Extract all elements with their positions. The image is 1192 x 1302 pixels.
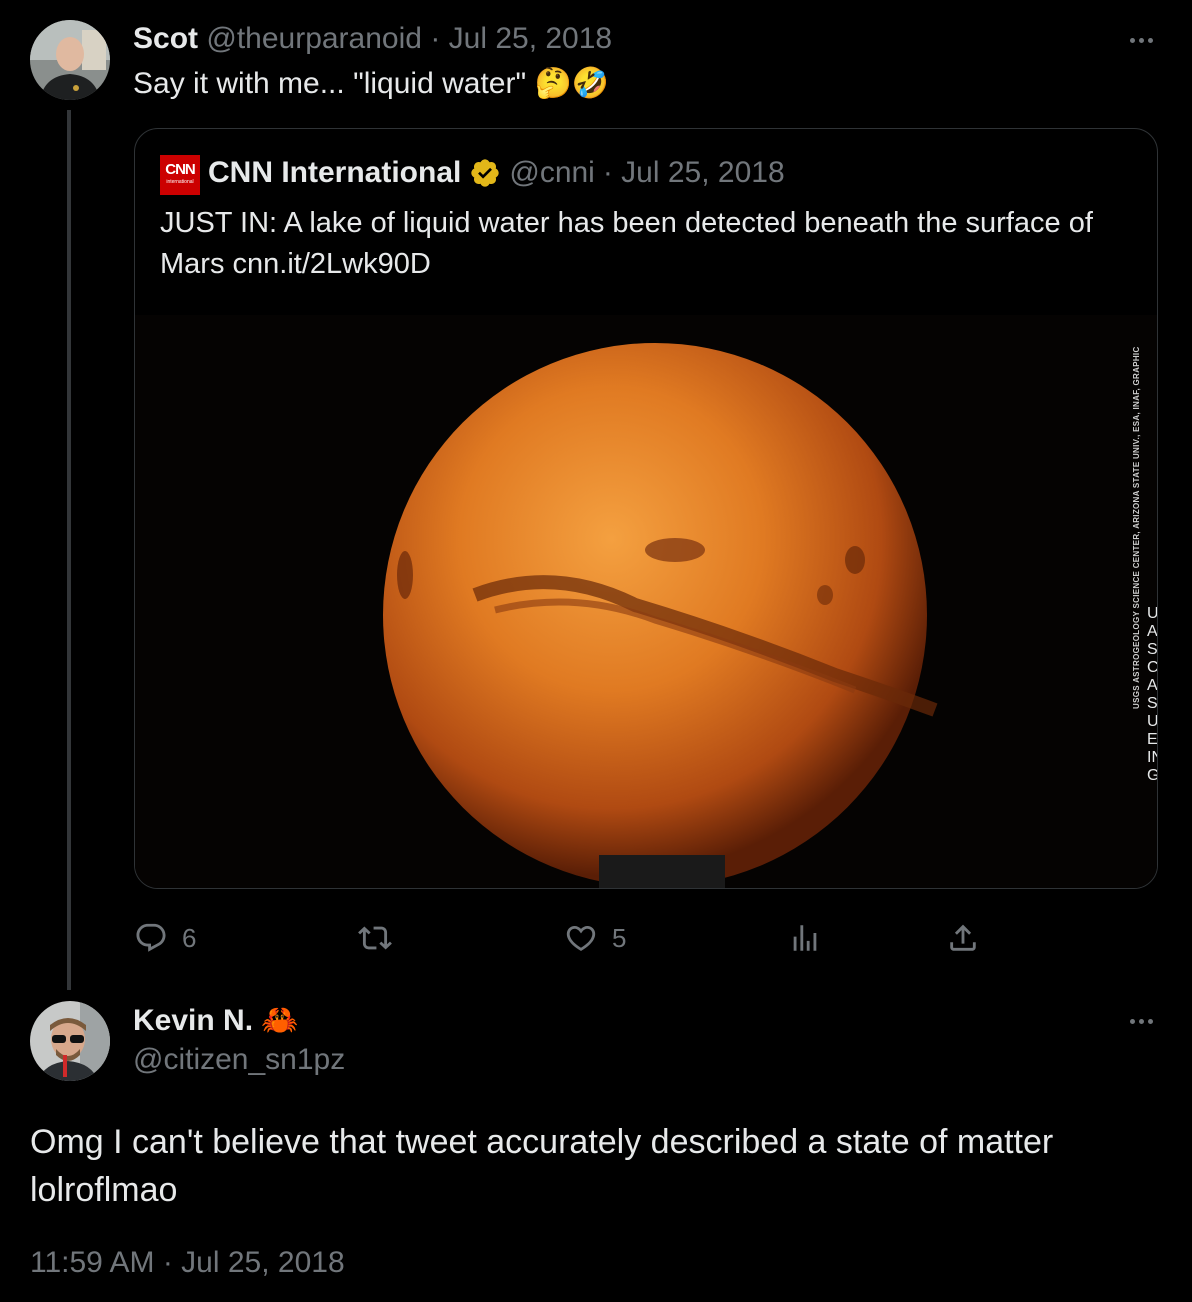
more-icon[interactable]	[1123, 28, 1159, 52]
reply-action[interactable]: 6	[134, 920, 196, 956]
tweet-date[interactable]: · Jul 25, 2018	[430, 22, 612, 55]
avatar-kevin[interactable]	[30, 1001, 110, 1081]
views-action[interactable]	[788, 920, 822, 956]
author-name[interactable]: Scot	[133, 22, 198, 55]
reply-count: 6	[182, 922, 197, 953]
quoted-header: CNN International @cnni · Jul 25, 2018	[208, 156, 785, 190]
crab-emoji: 🦀	[261, 1004, 299, 1037]
reply-timestamp[interactable]: 11:59 AM · Jul 25, 2018	[30, 1246, 345, 1280]
author-handle[interactable]: @theurparanoid	[206, 22, 422, 55]
share-icon	[950, 924, 976, 951]
tweet-header: Scot @theurparanoid · Jul 25, 2018	[133, 22, 612, 56]
avatar-scot[interactable]	[30, 20, 110, 100]
like-icon	[566, 925, 596, 951]
quoted-tweet-card[interactable]: CNN international CNN International @cnn…	[134, 128, 1158, 889]
image-credit-vertical: USGS ASTROGEOLOGY SCIENCE CENTER, ARIZON…	[1132, 346, 1141, 709]
like-count: 5	[612, 922, 627, 953]
quoted-author-handle: @cnni	[509, 156, 595, 189]
mars-image[interactable]: USGS ASTROGEOLOGY SCIENCE CENTER, ARIZON…	[135, 315, 1157, 888]
share-action[interactable]	[946, 920, 980, 956]
verified-icon	[471, 159, 500, 187]
quoted-tweet-date: · Jul 25, 2018	[602, 156, 785, 189]
views-icon	[793, 925, 817, 951]
quoted-author-name: CNN International	[208, 156, 462, 189]
cnn-logo-subtext: international	[166, 179, 194, 185]
thread-line	[67, 110, 71, 990]
like-action[interactable]: 5	[564, 920, 626, 956]
cnn-logo-text: CNN	[165, 161, 196, 178]
retweet-icon	[358, 926, 392, 950]
cnn-logo: CNN international	[160, 155, 200, 195]
retweet-action[interactable]	[358, 920, 406, 956]
reply-header: Kevin N. 🦀	[133, 1003, 299, 1038]
tweet-text: Say it with me... "liquid water" 🤔🤣	[133, 67, 610, 100]
quoted-tweet-text: JUST IN: A lake of liquid water has been…	[160, 207, 1093, 280]
reply-author-name[interactable]: Kevin N.	[133, 1004, 253, 1037]
reply-author-handle[interactable]: @citizen_sn1pz	[133, 1043, 345, 1077]
reply-text: Omg I can't believe that tweet accuratel…	[30, 1123, 1054, 1209]
more-icon-reply[interactable]	[1123, 1009, 1159, 1033]
reply-icon	[136, 923, 166, 952]
